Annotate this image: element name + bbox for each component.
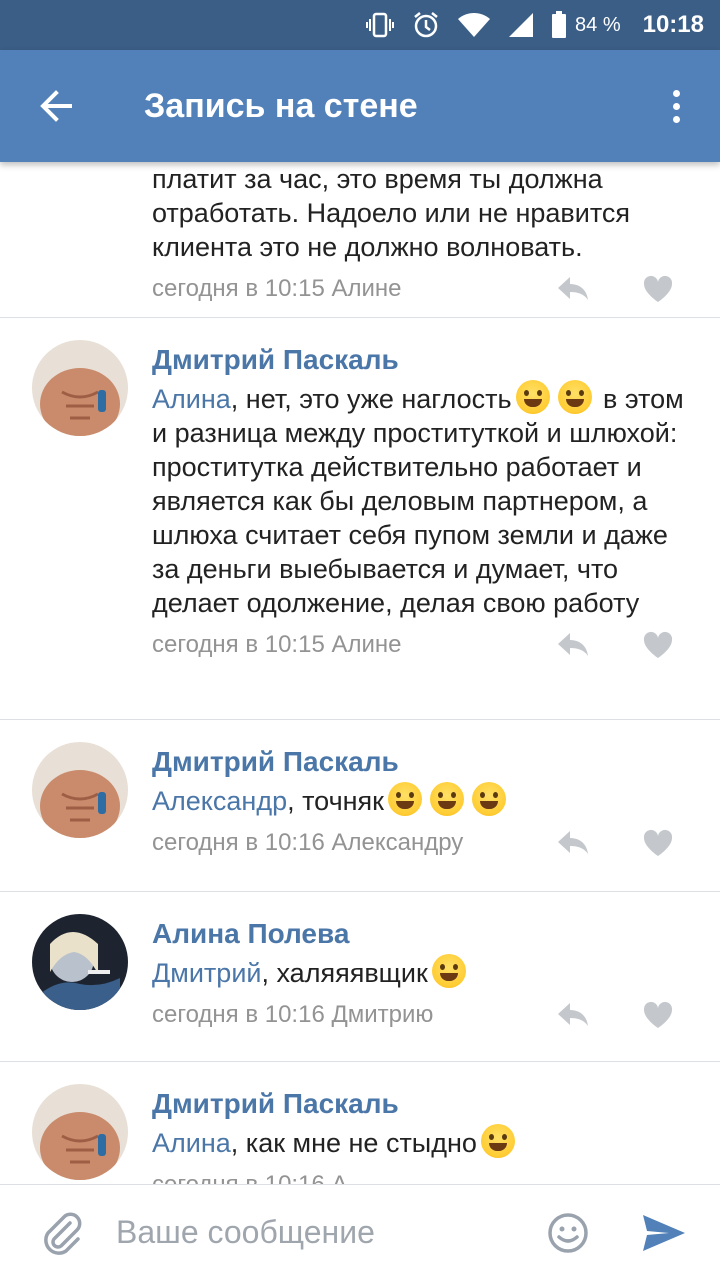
comment-text: Дмитрий, халяяявщик	[152, 954, 690, 990]
alarm-icon	[411, 10, 441, 40]
avatar[interactable]	[32, 742, 128, 838]
wifi-icon	[457, 11, 491, 39]
avatar[interactable]	[32, 1084, 128, 1180]
comment-time: сегодня в 10:16 А	[152, 1171, 690, 1184]
mention-link[interactable]: Дмитрий	[152, 958, 261, 988]
comment-time: сегодня в 10:16 Александру	[152, 829, 464, 856]
comment-text: Александр, точняк	[152, 782, 690, 818]
more-options-button[interactable]	[652, 82, 700, 130]
comment-author[interactable]: Алина Полева	[152, 914, 690, 954]
reply-icon[interactable]	[556, 997, 592, 1033]
message-input[interactable]	[114, 1213, 544, 1252]
comment-time: сегодня в 10:15 Алине	[152, 275, 402, 302]
heart-icon[interactable]	[642, 627, 678, 663]
comment-item: Алина Полева Дмитрий, халяяявщик сегодня…	[0, 892, 720, 1062]
grinning-emoji-icon	[472, 782, 506, 816]
comment-meta: сегодня в 10:15 Алине	[152, 264, 690, 314]
comment-item: платит за час, это время ты должна отраб…	[0, 162, 720, 318]
heart-icon[interactable]	[642, 997, 678, 1033]
back-button[interactable]	[0, 50, 112, 162]
battery-percent: 84 %	[575, 13, 621, 36]
avatar[interactable]	[32, 340, 128, 436]
send-button[interactable]	[640, 1213, 688, 1253]
grinning-emoji-icon	[480, 1124, 515, 1158]
clock: 10:18	[642, 11, 704, 38]
message-composer	[0, 1184, 720, 1280]
send-icon	[643, 1214, 685, 1251]
grinning-emoji-icon	[388, 782, 422, 816]
paperclip-icon	[44, 1212, 82, 1255]
heart-icon[interactable]	[642, 271, 678, 307]
status-bar: 84 % 10:18	[0, 0, 720, 50]
comment-meta: сегодня в 10:16 Дмитрию	[152, 990, 690, 1040]
arrow-left-icon	[40, 90, 72, 122]
app-bar: Запись на стене	[0, 50, 720, 162]
emoji-button[interactable]	[544, 1212, 592, 1254]
smiley-icon	[548, 1212, 588, 1253]
laughing-emoji-icon	[515, 380, 550, 414]
comment-item: Дмитрий Паскаль Александр, точняк сегодн…	[0, 720, 720, 892]
page-title: Запись на стене	[144, 86, 418, 125]
heart-icon[interactable]	[642, 825, 678, 861]
reply-icon[interactable]	[556, 271, 592, 307]
attach-button[interactable]	[32, 1211, 92, 1255]
comment-author[interactable]: Дмитрий Паскаль	[152, 1084, 690, 1124]
mention-link[interactable]: Алина	[152, 1128, 231, 1158]
comment-meta: сегодня в 10:16 А	[152, 1160, 690, 1184]
mention-link[interactable]: Алина	[152, 384, 231, 414]
comment-item: Дмитрий Паскаль Алина, нет, это уже нагл…	[0, 318, 720, 720]
avatar[interactable]	[32, 914, 128, 1010]
mention-link[interactable]: Александр	[152, 786, 287, 816]
comment-text: Алина, нет, это уже наглость в этом и ра…	[152, 380, 690, 620]
more-vertical-icon	[672, 89, 680, 97]
comment-text: платит за час, это время ты должна отраб…	[152, 164, 631, 262]
comment-meta: сегодня в 10:16 Александру	[152, 818, 690, 868]
comment-time: сегодня в 10:16 Дмитрию	[152, 1001, 434, 1028]
reply-icon[interactable]	[556, 627, 592, 663]
comment-text: Алина, как мне не стыдно	[152, 1124, 690, 1160]
signal-icon	[507, 11, 535, 39]
comment-meta: сегодня в 10:15 Алине	[152, 620, 690, 670]
comment-author[interactable]: Дмитрий Паскаль	[152, 340, 690, 380]
vibrate-icon	[365, 10, 395, 40]
comment-time: сегодня в 10:15 Алине	[152, 631, 402, 658]
smiling-emoji-icon	[431, 954, 466, 988]
battery-icon	[551, 11, 567, 39]
comment-author[interactable]: Дмитрий Паскаль	[152, 742, 690, 782]
reply-icon[interactable]	[556, 825, 592, 861]
comment-item: Дмитрий Паскаль Алина, как мне не стыдно…	[0, 1062, 720, 1184]
laughing-emoji-icon	[557, 380, 592, 414]
grinning-emoji-icon	[430, 782, 464, 816]
comments-list[interactable]: платит за час, это время ты должна отраб…	[0, 162, 720, 1184]
